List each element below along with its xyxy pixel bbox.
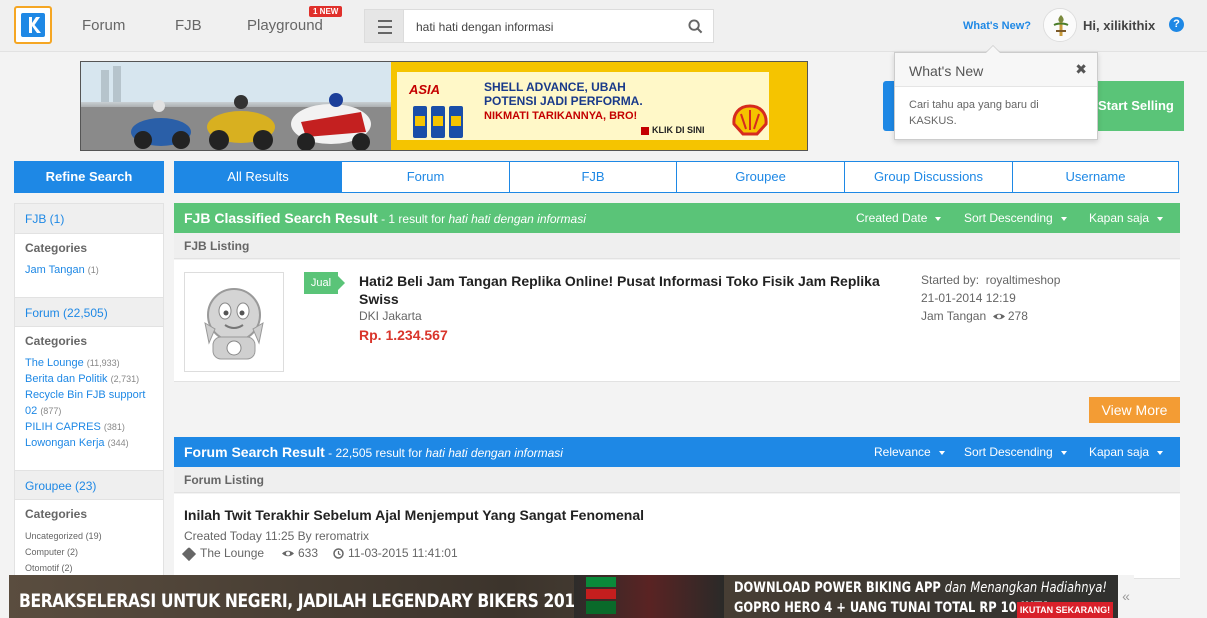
shell-logo	[732, 104, 768, 136]
listing-date: 21-01-2014 12:19	[921, 291, 1016, 305]
search-box	[404, 9, 714, 43]
categories-label: Categories	[25, 334, 88, 348]
nav-forum[interactable]: Forum	[82, 17, 125, 34]
popover-body: Cari tahu apa yang baru di KASKUS.	[909, 99, 1039, 127]
sidebar-item-otomotif[interactable]: Otomotif (2)	[25, 563, 73, 573]
nav-playground[interactable]: Playground	[247, 17, 323, 34]
eye-icon	[992, 314, 1005, 320]
oil-bottles-image	[413, 106, 463, 138]
seller-link[interactable]: royaltimeshop	[986, 273, 1061, 287]
categories-label: Categories	[25, 507, 88, 521]
fjb-listing-title[interactable]: Hati2 Beli Jam Tangan Replika Online! Pu…	[359, 272, 904, 308]
listing-price: Rp. 1.234.567	[359, 327, 448, 343]
forum-section-title: Forum Search Result - 22,505 result for …	[184, 444, 563, 460]
motorbike-photo	[81, 62, 391, 150]
castrol-logo	[586, 577, 616, 614]
tab-forum[interactable]: Forum	[341, 161, 510, 193]
forum-listing-label: Forum Listing	[174, 467, 1180, 493]
start-selling-button[interactable]: Start Selling	[1096, 81, 1184, 131]
tab-all-results[interactable]: All Results	[174, 161, 342, 193]
search-icon[interactable]	[688, 19, 703, 34]
sidebar-item-uncategorized[interactable]: Uncategorized (19)	[25, 531, 102, 541]
sidebar-item-berita-politik[interactable]: Berita dan Politik (2,731)	[25, 371, 160, 387]
sidebar-item-pilih-capres[interactable]: PILIH CAPRES (381)	[25, 419, 160, 435]
chevron-down-icon	[1157, 216, 1164, 221]
help-icon[interactable]: ?	[1169, 17, 1184, 32]
fjb-listing-label: FJB Listing	[174, 233, 1180, 259]
sidebar-head-groupee[interactable]: Groupee (23)	[15, 470, 163, 500]
time-range-dropdown[interactable]: Kapan saja	[1089, 211, 1164, 225]
whats-new-link[interactable]: What's New?	[963, 20, 1031, 32]
listing-category-views: Jam Tangan 278	[921, 309, 1028, 323]
tab-group-discussions[interactable]: Group Discussions	[844, 161, 1013, 193]
ad-cta-button[interactable]: IKUTAN SEKARANG!	[1017, 602, 1113, 618]
user-avatar[interactable]	[1043, 8, 1077, 42]
categories-label: Categories	[25, 241, 88, 255]
whats-new-popover: What's New ✖ Cari tahu apa yang baru di …	[894, 52, 1098, 140]
eye-icon	[282, 551, 294, 557]
ad-prize-text: GOPRO HERO 4 + UANG TUNAI TOTAL RP 10 JU…	[734, 600, 1051, 616]
user-greeting[interactable]: Hi, xilikithix	[1083, 18, 1155, 33]
collapse-ad-button[interactable]: «	[1118, 575, 1134, 618]
sidebar-item-lowongan-kerja[interactable]: Lowongan Kerja (344)	[25, 435, 160, 451]
thread-views: 633	[282, 546, 318, 560]
search-input[interactable]	[416, 18, 676, 36]
chevron-down-icon	[938, 450, 945, 455]
asia-cup-logo: ASIA	[409, 82, 441, 97]
bottom-ad-banner[interactable]: BERAKSELERASI UNTUK NEGERI, JADILAH LEGE…	[9, 575, 1118, 618]
tab-fjb[interactable]: FJB	[509, 161, 677, 193]
listing-location: DKI Jakarta	[359, 309, 422, 323]
sort-order-dropdown[interactable]: Sort Descending	[964, 211, 1067, 225]
top-navbar: Forum FJB Playground 1 NEW What's New? H…	[0, 0, 1207, 52]
thread-forum[interactable]: The Lounge	[181, 546, 264, 561]
kaskus-logo[interactable]	[14, 6, 52, 44]
chevron-down-icon	[1060, 216, 1067, 221]
jual-tag: Jual	[304, 272, 345, 294]
forum-thread-title[interactable]: Inilah Twit Terakhir Sebelum Ajal Menjem…	[184, 507, 644, 523]
refine-search-button[interactable]: Refine Search	[14, 161, 164, 193]
forum-section-header: Forum Search Result - 22,505 result for …	[174, 437, 1180, 467]
time-range-dropdown[interactable]: Kapan saja	[1089, 445, 1164, 459]
popover-title: What's New	[909, 63, 984, 79]
sidebar-item-the-lounge[interactable]: The Lounge (11,933)	[25, 355, 160, 371]
new-badge: 1 NEW	[309, 6, 343, 17]
menu-button[interactable]	[364, 9, 404, 43]
tag-icon	[181, 546, 197, 561]
tab-groupee[interactable]: Groupee	[676, 161, 845, 193]
banner-subline: NIKMATI TARIKANNYA, BRO!	[484, 110, 638, 122]
fjb-section-header: FJB Classified Search Result - 1 result …	[174, 203, 1180, 233]
sidebar-item-recycle-bin[interactable]: Recycle Bin FJB support 02 (877)	[25, 387, 160, 419]
ad-headline: BERAKSELERASI UNTUK NEGERI, JADILAH LEGE…	[19, 590, 586, 612]
fjb-section-title: FJB Classified Search Result - 1 result …	[184, 210, 586, 226]
nav-fjb[interactable]: FJB	[175, 17, 202, 34]
sort-created-date-dropdown[interactable]: Created Date	[856, 211, 942, 225]
hamburger-icon	[378, 20, 392, 22]
sidebar-head-fjb[interactable]: FJB (1)	[15, 204, 163, 234]
shell-banner-ad[interactable]: ASIA SHELL ADVANCE, UBAH POTENSI JADI PE…	[80, 61, 808, 151]
view-more-button[interactable]: View More	[1089, 397, 1180, 423]
banner-headline: SHELL ADVANCE, UBAH POTENSI JADI PERFORM…	[484, 80, 643, 108]
listing-started-by: Started by: royaltimeshop	[921, 273, 1061, 287]
sort-relevance-dropdown[interactable]: Relevance	[874, 445, 945, 459]
chevron-down-icon	[1060, 450, 1067, 455]
clock-icon	[333, 548, 344, 560]
banner-cta[interactable]: KLIK DI SINI	[641, 125, 705, 135]
close-icon[interactable]: ✖	[1075, 61, 1087, 78]
chevron-down-icon	[935, 216, 942, 221]
refine-sidebar: FJB (1) Categories Jam Tangan (1) Forum …	[14, 203, 164, 618]
thread-time: 11-03-2015 11:41:01	[333, 546, 458, 560]
tab-username[interactable]: Username	[1012, 161, 1179, 193]
sidebar-head-forum[interactable]: Forum (22,505)	[15, 297, 163, 327]
sort-order-dropdown[interactable]: Sort Descending	[964, 445, 1067, 459]
thread-created: Created Today 11:25 By reromatrix	[184, 529, 369, 543]
sidebar-item-computer[interactable]: Computer (2)	[25, 547, 78, 557]
chevron-down-icon	[1157, 450, 1164, 455]
sidebar-item-jam-tangan[interactable]: Jam Tangan (1)	[25, 262, 160, 278]
ad-download-text: DOWNLOAD POWER BIKING APP dan Menangkan …	[734, 580, 1107, 596]
listing-thumbnail[interactable]	[184, 272, 284, 372]
